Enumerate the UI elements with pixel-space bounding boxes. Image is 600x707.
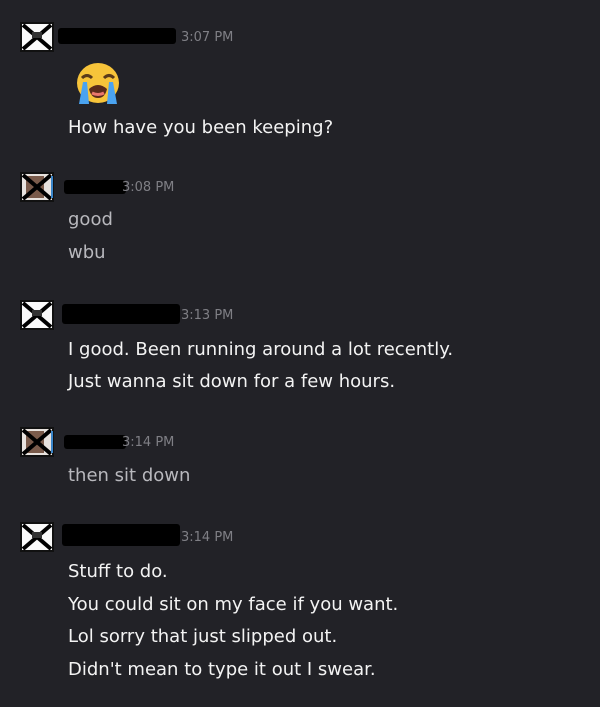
- message-text: good: [68, 209, 113, 230]
- message-text: Lol sorry that just slipped out.: [68, 626, 338, 647]
- avatar[interactable]: [20, 427, 54, 457]
- message-text: then sit down: [68, 465, 191, 486]
- redacted-username: [64, 180, 126, 194]
- avatar[interactable]: [20, 522, 54, 552]
- message-text: Just wanna sit down for a few hours.: [68, 371, 396, 392]
- message-timestamp: 3:07 PM: [181, 30, 234, 45]
- message-text: How have you been keeping?: [68, 117, 334, 138]
- avatar[interactable]: [20, 22, 54, 52]
- avatar[interactable]: [20, 172, 54, 202]
- redacted-username: [62, 524, 180, 546]
- redacted-username: [64, 435, 126, 449]
- message-text: I good. Been running around a lot recent…: [68, 339, 454, 360]
- message-timestamp: 3:13 PM: [181, 308, 234, 323]
- message-text: Didn't mean to type it out I swear.: [68, 659, 376, 680]
- message-timestamp: 3:08 PM: [122, 180, 175, 195]
- redacted-username: [62, 304, 180, 324]
- avatar[interactable]: [20, 300, 54, 330]
- message-text: You could sit on my face if you want.: [68, 594, 399, 615]
- message-timestamp: 3:14 PM: [122, 435, 175, 450]
- loudly-crying-face-icon: [73, 62, 123, 106]
- chat-log: 3:07 PM How have you been keeping? 3:08 …: [0, 0, 600, 707]
- message-text: wbu: [68, 242, 106, 263]
- message-timestamp: 3:14 PM: [181, 530, 234, 545]
- redacted-username: [58, 28, 176, 44]
- message-text: Stuff to do.: [68, 561, 168, 582]
